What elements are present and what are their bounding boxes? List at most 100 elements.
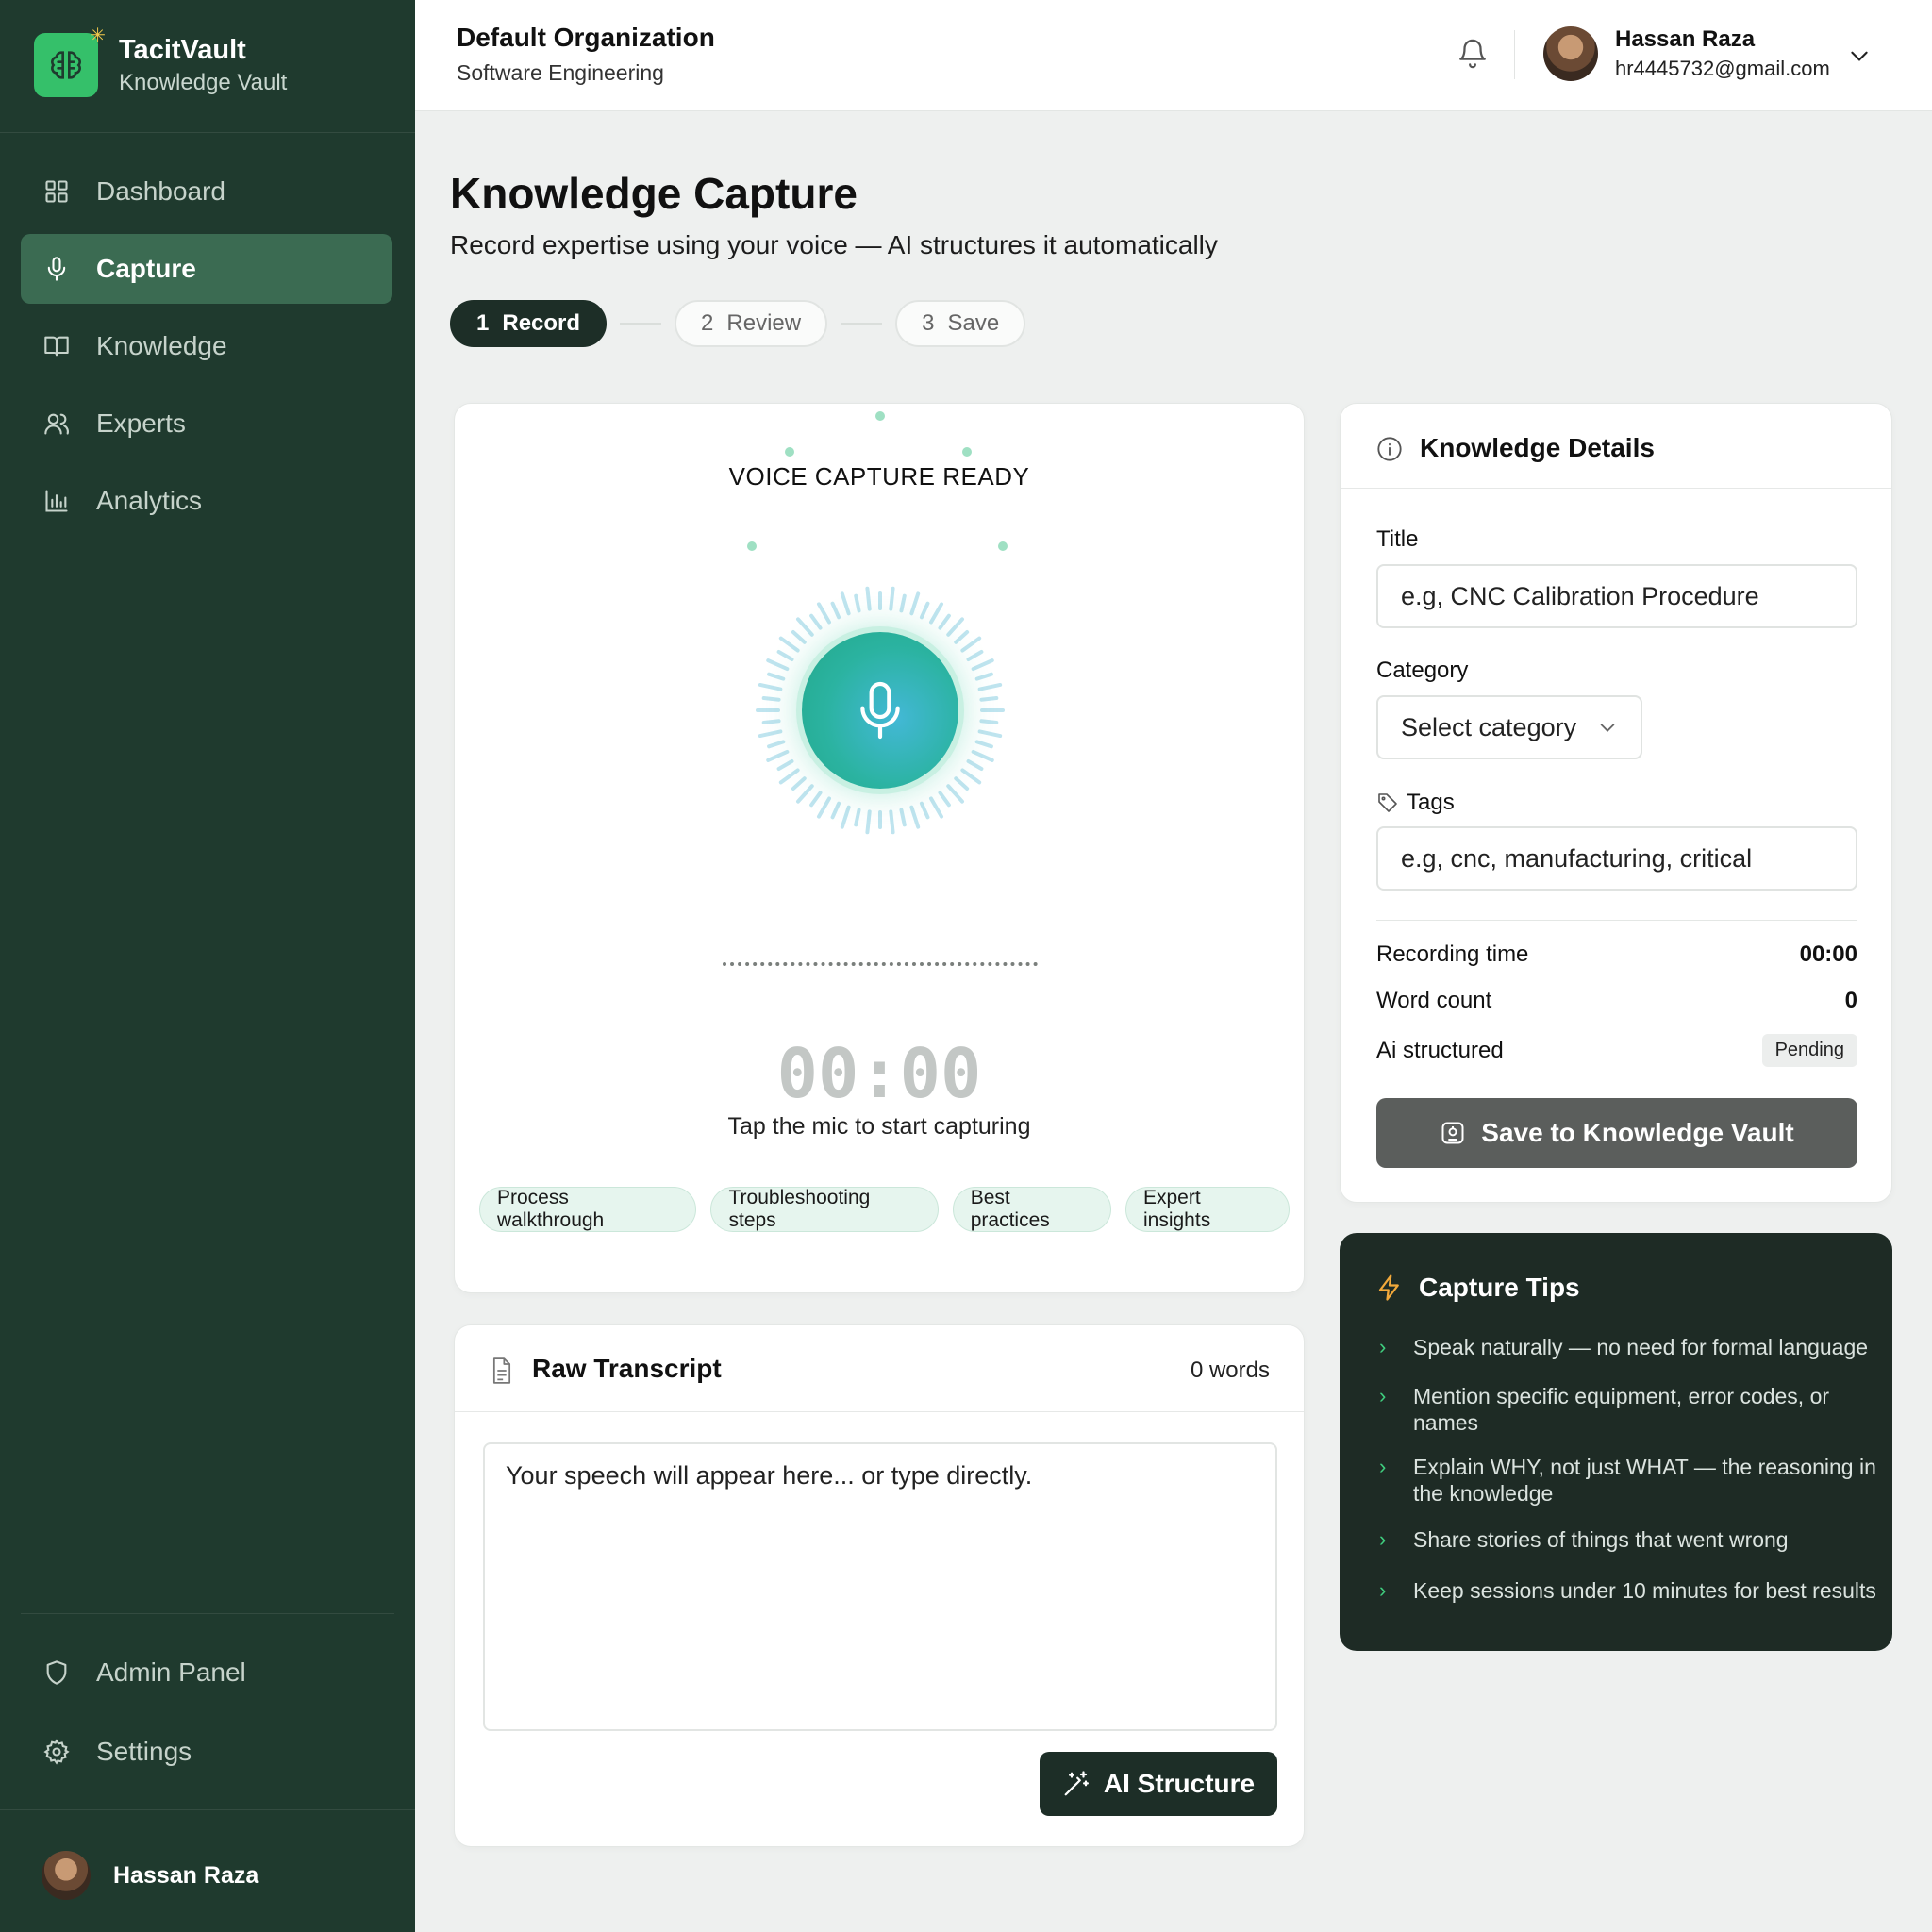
sidebar-item-experts[interactable]: Experts xyxy=(21,389,392,458)
transcript-textarea[interactable] xyxy=(483,1442,1277,1731)
record-mic-button[interactable] xyxy=(802,632,958,789)
chip-process-walkthrough[interactable]: Process walkthrough xyxy=(479,1187,697,1232)
ring-tick xyxy=(761,719,781,724)
chevron-down-icon xyxy=(1600,724,1615,732)
step-record[interactable]: 1 Record xyxy=(450,300,608,347)
ring-tick xyxy=(977,729,1003,739)
step-number: 2 xyxy=(701,310,714,336)
header-user[interactable]: Hassan Raza hr4445732@gmail.com xyxy=(1543,26,1830,81)
ring-tick xyxy=(899,808,907,827)
ring-tick xyxy=(938,791,951,808)
tip-item: › Keep sessions under 10 minutes for bes… xyxy=(1375,1577,1885,1604)
ring-tick xyxy=(767,672,786,681)
step-label: Record xyxy=(502,310,581,336)
recording-timer: 00:00 xyxy=(776,1034,982,1113)
sidebar-item-label: Knowledge xyxy=(96,331,227,360)
sidebar-item-admin-panel[interactable]: Admin Panel xyxy=(21,1638,392,1707)
chevron-right-icon: › xyxy=(1379,1335,1387,1358)
ring-tick xyxy=(889,586,895,611)
sidebar-item-knowledge[interactable]: Knowledge xyxy=(21,311,392,381)
tags-input[interactable] xyxy=(1376,826,1857,891)
ring-tick xyxy=(977,682,1003,691)
ring-tick xyxy=(938,613,951,630)
decor-dot xyxy=(747,541,757,551)
category-select[interactable]: Select category xyxy=(1376,695,1642,759)
ring-tick xyxy=(909,805,921,829)
ring-tick xyxy=(919,801,930,820)
sidebar-item-dashboard[interactable]: Dashboard xyxy=(21,157,392,226)
ring-tick xyxy=(796,617,814,637)
step-connector xyxy=(841,323,883,325)
ring-tick xyxy=(865,586,872,611)
tags-label: Tags xyxy=(1407,790,1455,815)
ring-tick xyxy=(778,768,800,785)
tip-text: Keep sessions under 10 minutes for best … xyxy=(1413,1578,1876,1603)
voice-capture-card: VOICE CAPTURE READY 00:00 Tap the mic to… xyxy=(454,403,1305,1293)
title-label: Title xyxy=(1376,526,1419,552)
tips-header: Capture Tips xyxy=(1375,1273,1580,1303)
ai-structured-label: Ai structured xyxy=(1376,1037,1504,1063)
chip-best-practices[interactable]: Best practices xyxy=(952,1187,1111,1232)
sidebar-user[interactable]: Hassan Raza xyxy=(42,1851,258,1900)
org-info: Default Organization Software Engineerin… xyxy=(457,23,715,86)
title-input[interactable] xyxy=(1376,564,1857,628)
tags-label-row: Tags xyxy=(1376,790,1455,816)
ai-structure-button[interactable]: AI Structure xyxy=(1040,1752,1277,1816)
decor-dot xyxy=(962,447,972,457)
ring-tick xyxy=(817,796,831,819)
step-number: 1 xyxy=(476,310,490,336)
users-icon xyxy=(42,408,72,439)
brand[interactable]: ✳ TacitVault Knowledge Vault xyxy=(34,25,287,98)
sidebar-item-label: Settings xyxy=(96,1737,192,1766)
shield-icon xyxy=(42,1657,72,1688)
ring-tick xyxy=(766,658,790,672)
save-to-vault-button[interactable]: Save to Knowledge Vault xyxy=(1376,1098,1857,1168)
stepper: 1 Record 2 Review 3 Save xyxy=(450,300,1026,347)
sidebar-item-label: Analytics xyxy=(96,486,203,515)
step-save[interactable]: 3 Save xyxy=(895,300,1026,347)
mic-icon xyxy=(42,254,72,284)
audio-level-line xyxy=(723,962,1038,966)
sidebar-item-analytics[interactable]: Analytics xyxy=(21,466,392,536)
gear-icon xyxy=(42,1737,72,1767)
sidebar-divider xyxy=(21,1613,394,1614)
ring-tick xyxy=(929,602,943,625)
sparkle-icon: ✳ xyxy=(90,25,106,46)
step-label: Save xyxy=(947,310,1000,336)
sidebar-divider xyxy=(0,1809,415,1810)
sidebar-item-capture[interactable]: Capture xyxy=(21,234,392,304)
decor-dot xyxy=(998,541,1008,551)
ring-tick xyxy=(796,784,814,804)
ring-tick xyxy=(791,776,807,791)
sidebar-item-label: Capture xyxy=(96,254,196,283)
transcript-word-count: 0 words xyxy=(1190,1357,1270,1383)
chip-expert-insights[interactable]: Expert insights xyxy=(1124,1187,1290,1232)
tag-icon xyxy=(1378,793,1397,812)
ring-tick xyxy=(909,591,921,616)
tip-text: Share stories of things that went wrong xyxy=(1413,1527,1789,1552)
mic-control xyxy=(753,583,1008,838)
decor-dot xyxy=(875,411,885,421)
chip-troubleshooting-steps[interactable]: Troubleshooting steps xyxy=(710,1187,939,1232)
bell-icon[interactable] xyxy=(1457,38,1491,72)
grid-icon xyxy=(42,176,72,207)
sidebar-item-settings[interactable]: Settings xyxy=(21,1717,392,1787)
chevron-down-icon[interactable] xyxy=(1847,43,1872,68)
prompt-chips: Process walkthrough Troubleshooting step… xyxy=(479,1187,1304,1232)
sidebar: ✳ TacitVault Knowledge Vault Dashboard C… xyxy=(0,0,415,1932)
ring-tick xyxy=(946,617,964,637)
step-review[interactable]: 2 Review xyxy=(675,300,828,347)
transcript-title: Raw Transcript xyxy=(532,1354,722,1383)
ai-structured-row: Ai structured Pending xyxy=(1376,1034,1857,1067)
sidebar-item-label: Admin Panel xyxy=(96,1657,246,1687)
lightning-icon xyxy=(1378,1274,1399,1301)
tips-title: Capture Tips xyxy=(1419,1273,1580,1302)
sidebar-item-label: Experts xyxy=(96,408,186,438)
transcript-header: Raw Transcript 0 words xyxy=(455,1325,1304,1412)
details-divider xyxy=(1376,920,1857,921)
step-label: Review xyxy=(726,310,802,336)
category-label: Category xyxy=(1376,658,1469,683)
bar-chart-icon xyxy=(42,486,72,516)
ring-tick xyxy=(840,591,851,616)
category-value: Select category xyxy=(1401,712,1577,741)
